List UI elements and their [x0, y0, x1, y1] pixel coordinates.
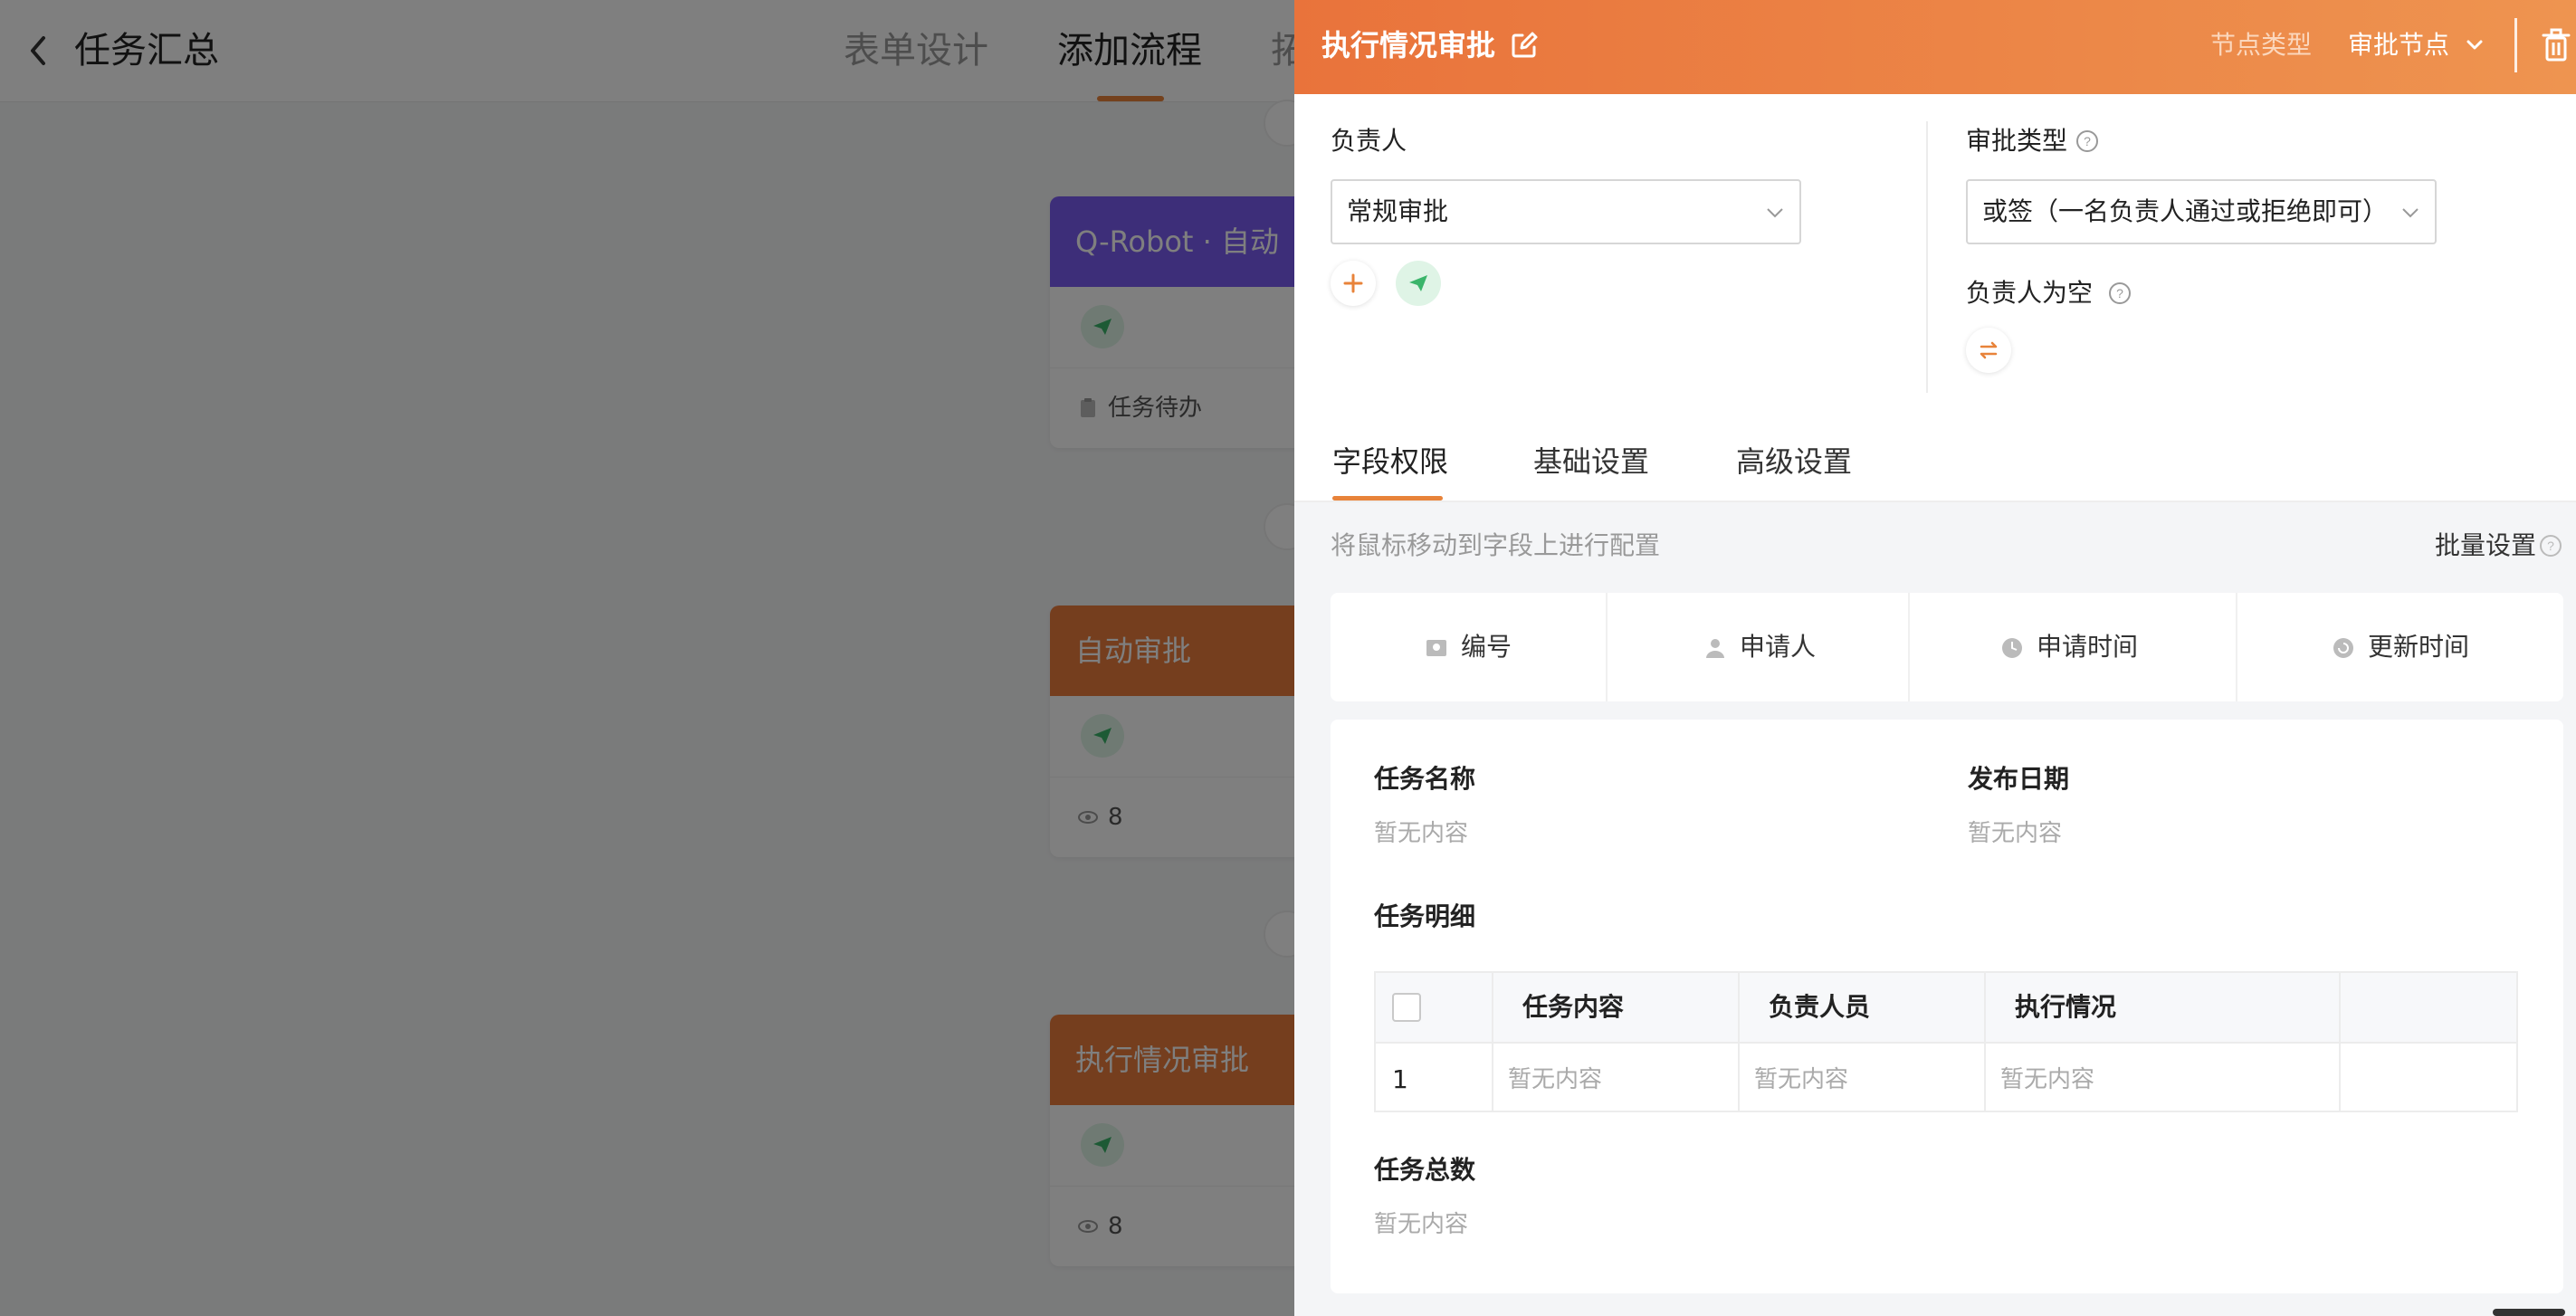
- question-circle-icon[interactable]: ?: [2538, 533, 2563, 558]
- table-row-index: 1: [1392, 1064, 1408, 1094]
- assignee-select[interactable]: 常规审批: [1331, 179, 1801, 244]
- scrollbar-thumb[interactable]: [2493, 1309, 2565, 1316]
- empty-assignee-action-button[interactable]: [1966, 328, 2011, 373]
- approval-type-select[interactable]: 或签（一名负责人通过或拒绝即可）: [1966, 179, 2437, 244]
- send-assignee-button[interactable]: [1396, 261, 1441, 306]
- edit-icon[interactable]: [1510, 31, 1539, 60]
- add-assignee-button[interactable]: [1331, 261, 1376, 306]
- publish-date-label[interactable]: 发布日期: [1968, 761, 2069, 797]
- approval-type-select-value: 或签（一名负责人通过或拒绝即可）: [1982, 196, 2389, 226]
- table-divider: [1738, 973, 1740, 1111]
- svg-text:?: ?: [2084, 134, 2091, 148]
- svg-text:?: ?: [2116, 286, 2123, 300]
- system-field-label: 申请时间: [2037, 632, 2139, 662]
- modal-overlay[interactable]: [0, 0, 1294, 1316]
- table-header-cell: 任务内容: [1522, 992, 1625, 1022]
- assignee-select-value: 常规审批: [1347, 196, 1449, 226]
- header-divider: [2514, 18, 2517, 72]
- clock-icon: [2002, 638, 2022, 658]
- drawer-title: 执行情况审批: [1321, 28, 1496, 62]
- field-permissions-panel: 将鼠标移动到字段上进行配置 批量设置 ? 编号 申请人 申请时间 更新时间 任务…: [1294, 502, 2576, 1316]
- system-field-label: 编号: [1461, 632, 1512, 662]
- column-divider: [1926, 121, 1928, 393]
- empty-assignee-label: 负责人为空: [1966, 278, 2094, 308]
- system-fields-bar: 编号 申请人 申请时间 更新时间: [1331, 593, 2563, 701]
- table-header: 任务内容 负责人员 执行情况: [1376, 973, 2516, 1044]
- tab-basic-settings[interactable]: 基础设置: [1533, 438, 1649, 485]
- hint-text: 将鼠标移动到字段上进行配置: [1331, 530, 1661, 560]
- table-header-cell: 执行情况: [2015, 992, 2117, 1022]
- table-cell: 暂无内容: [1508, 1066, 1603, 1093]
- system-field-applicant[interactable]: 申请人: [1608, 593, 1910, 701]
- task-total-value: 暂无内容: [1374, 1211, 1469, 1238]
- select-all-checkbox[interactable]: [1392, 993, 1421, 1022]
- table-cell: 暂无内容: [1754, 1066, 1849, 1093]
- table-divider: [1492, 973, 1493, 1111]
- chevron-down-icon: [2402, 208, 2419, 218]
- chevron-down-icon: [1767, 208, 1783, 218]
- send-icon: [1409, 275, 1427, 291]
- refresh-clock-icon: [2333, 638, 2353, 658]
- tab-advanced-settings[interactable]: 高级设置: [1736, 438, 1852, 485]
- plus-icon: [1343, 273, 1363, 293]
- trash-icon[interactable]: [2542, 27, 2571, 63]
- batch-settings-button[interactable]: 批量设置: [2435, 528, 2536, 564]
- table-cell: 暂无内容: [2000, 1066, 2095, 1093]
- approval-type-label: 审批类型: [1966, 126, 2068, 156]
- system-field-label: 申请人: [1740, 632, 1817, 662]
- node-config-drawer: 执行情况审批 节点类型 审批节点 负责人 常规审批 审批类型 ? 或签（一名负责…: [1294, 0, 2576, 1316]
- node-type-label: 节点类型: [2210, 30, 2313, 60]
- assignee-label: 负责人: [1331, 126, 1407, 156]
- form-fields-card: 任务名称 暂无内容 发布日期 暂无内容 任务明细 任务内容 负责人员 执行情况 …: [1331, 720, 2563, 1293]
- table-header-cell: 负责人员: [1769, 992, 1871, 1022]
- table-divider: [2339, 973, 2341, 1111]
- task-total-label[interactable]: 任务总数: [1374, 1152, 1475, 1188]
- user-icon: [1706, 639, 1724, 658]
- drawer-header: 执行情况审批 节点类型 审批节点: [1294, 0, 2576, 94]
- system-field-label: 更新时间: [2368, 632, 2470, 662]
- swap-icon: [1980, 341, 1998, 359]
- tab-field-permissions[interactable]: 字段权限: [1332, 438, 1448, 485]
- table-divider: [1984, 973, 1986, 1111]
- task-detail-label[interactable]: 任务明细: [1374, 899, 1475, 935]
- question-circle-icon[interactable]: ?: [2075, 129, 2100, 154]
- system-field-id[interactable]: 编号: [1331, 593, 1608, 701]
- system-field-apply-time[interactable]: 申请时间: [1910, 593, 2237, 701]
- publish-date-value: 暂无内容: [1968, 820, 2063, 847]
- node-type-select[interactable]: 审批节点: [2348, 24, 2449, 67]
- id-card-icon: [1426, 640, 1446, 656]
- svg-text:?: ?: [2547, 539, 2554, 553]
- task-detail-table: 任务内容 负责人员 执行情况 1 暂无内容 暂无内容 暂无内容: [1374, 971, 2518, 1112]
- task-name-label[interactable]: 任务名称: [1374, 761, 1475, 797]
- chevron-down-icon[interactable]: [2464, 34, 2485, 56]
- system-field-update-time[interactable]: 更新时间: [2237, 593, 2563, 701]
- question-circle-icon[interactable]: ?: [2107, 281, 2132, 306]
- task-name-value: 暂无内容: [1374, 820, 1469, 847]
